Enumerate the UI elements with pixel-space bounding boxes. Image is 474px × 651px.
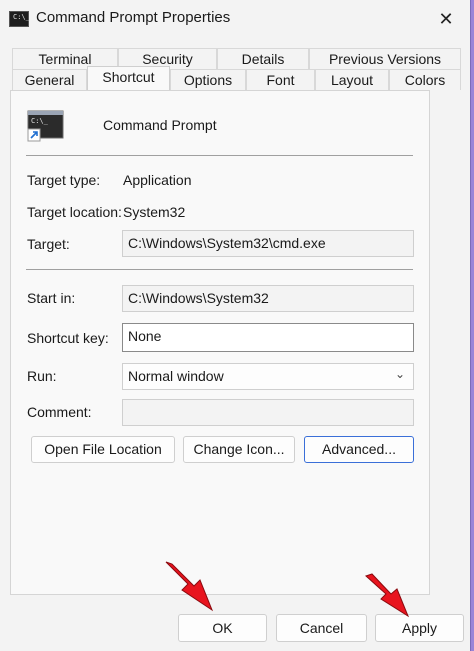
target-location-value: System32 [123,204,186,220]
icon-prompt-text: C:\_ [13,13,30,21]
target-type-label: Target type: [27,172,101,188]
tab-font[interactable]: Font [246,69,315,90]
run-select-value: Normal window [128,368,224,384]
tab-general[interactable]: General [12,69,87,90]
change-icon-button[interactable]: Change Icon... [183,436,295,463]
target-label: Target: [27,236,70,252]
open-file-location-button[interactable]: Open File Location [31,436,175,463]
run-select[interactable]: Normal window ⌄ [122,363,414,390]
comment-label: Comment: [27,404,92,420]
shortcut-app-icon: C:\_ [27,110,64,142]
annotation-arrow-ok [165,561,214,612]
comment-input[interactable] [122,399,414,426]
tab-colors[interactable]: Colors [389,69,461,90]
separator [26,269,413,270]
target-location-label: Target location: [27,204,122,220]
tab-layout[interactable]: Layout [315,69,389,90]
chevron-down-icon: ⌄ [394,367,405,381]
svg-text:C:\_: C:\_ [31,117,49,125]
properties-window: C:\_ Command Prompt Properties ✕ Termina… [0,0,471,651]
target-input[interactable]: C:\Windows\System32\cmd.exe [122,230,414,257]
close-icon[interactable]: ✕ [430,4,462,34]
shortcut-name: Command Prompt [103,117,217,133]
tab-options[interactable]: Options [170,69,246,90]
shortcut-key-label: Shortcut key: [27,330,109,346]
start-in-label: Start in: [27,290,76,306]
tab-shortcut[interactable]: Shortcut [87,66,170,90]
command-prompt-icon: C:\_ [9,11,30,27]
run-label: Run: [27,368,57,384]
tab-previous-versions[interactable]: Previous Versions [309,48,461,69]
cancel-button[interactable]: Cancel [276,614,367,642]
window-title: Command Prompt Properties [36,9,231,26]
tab-details[interactable]: Details [217,48,309,69]
start-in-input[interactable]: C:\Windows\System32 [122,285,414,312]
advanced-button[interactable]: Advanced... [304,436,414,463]
annotation-arrow-apply [365,573,410,618]
title-bar: C:\_ Command Prompt Properties ✕ [0,0,470,38]
separator [26,155,413,156]
target-type-value: Application [123,172,192,188]
shortcut-key-input[interactable]: None [122,323,414,352]
